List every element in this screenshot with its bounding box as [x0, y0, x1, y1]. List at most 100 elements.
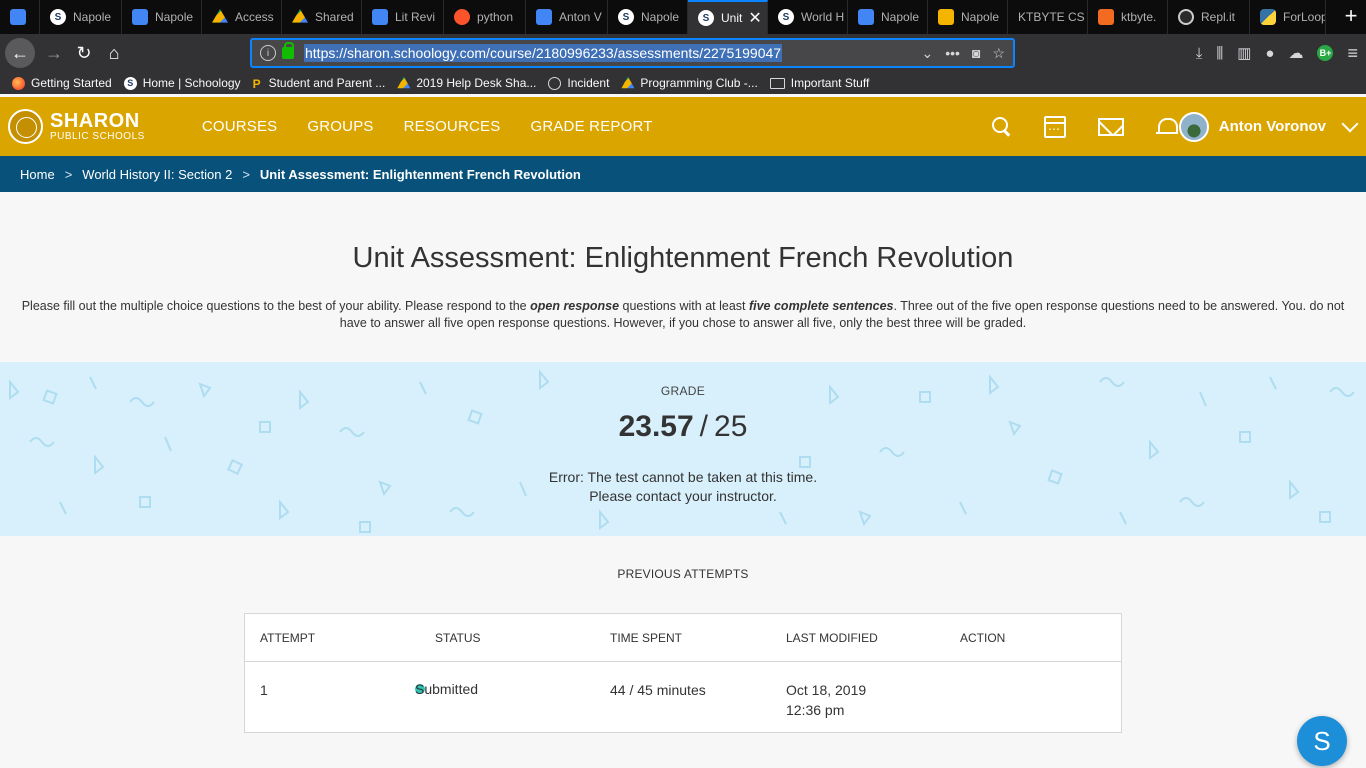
tab[interactable]: Lit Revi	[362, 0, 444, 34]
tab[interactable]: ForLoop	[1250, 0, 1326, 34]
table-row: 1 Submitted 44 / 45 minutes Oct 18, 2019…	[245, 662, 1121, 733]
tab[interactable]: Napole	[928, 0, 1008, 34]
pocket-icon[interactable]: ◙	[972, 45, 980, 62]
replit-icon	[1178, 9, 1194, 25]
p-icon: P	[252, 76, 261, 91]
avatar	[1178, 111, 1209, 142]
menu-icon[interactable]: ≡	[1347, 43, 1358, 64]
reload-button[interactable]: ↻	[69, 38, 99, 68]
tab[interactable]: Napole	[122, 0, 202, 34]
schoology-icon: S	[618, 9, 634, 25]
nav-grade-report[interactable]: GRADE REPORT	[530, 118, 652, 135]
table-header: ATTEMPT STATUS TIME SPENT LAST MODIFIED …	[245, 614, 1121, 662]
docs-icon	[858, 9, 874, 25]
page-title: Unit Assessment: Enlightenment French Re…	[352, 242, 1014, 274]
tab[interactable]: Access	[202, 0, 282, 34]
home-button[interactable]: ⌂	[99, 38, 129, 68]
drive-icon	[621, 76, 635, 89]
firefox-icon	[12, 76, 25, 90]
more-actions-icon[interactable]: •••	[945, 45, 960, 62]
tab[interactable]: ktbyte.	[1088, 0, 1168, 34]
breadcrumb-course[interactable]: World History II: Section 2	[82, 167, 232, 182]
user-menu[interactable]: Anton Voronov	[1178, 97, 1359, 156]
address-bar[interactable]: i https://sharon.schoology.com/course/21…	[250, 38, 1015, 68]
tab[interactable]: Anton V	[526, 0, 608, 34]
url-text[interactable]: https://sharon.schoology.com/course/2180…	[304, 44, 783, 62]
star-icon[interactable]: ☆	[992, 45, 1005, 62]
bookmark-student-parent[interactable]: P Student and Parent ...	[252, 76, 386, 91]
breadcrumb-separator: >	[242, 166, 250, 182]
extension-icon[interactable]: ☁	[1288, 44, 1303, 62]
nav-groups[interactable]: GROUPS	[307, 118, 373, 135]
globe-icon	[548, 76, 562, 90]
bookmarks-bar: Getting Started S Home | Schoology P Stude…	[0, 72, 1366, 94]
grade-max: 25	[714, 410, 748, 443]
info-icon[interactable]: i	[260, 45, 276, 61]
download-icon[interactable]: ⤓	[1196, 45, 1203, 62]
instructions: Please fill out the multiple choice ques…	[21, 299, 1345, 330]
tab[interactable]: Napole	[848, 0, 928, 34]
library-icon[interactable]: ⫼	[1216, 45, 1223, 62]
ktbyte-icon	[1098, 9, 1114, 25]
extension-b-icon[interactable]: B+	[1317, 45, 1334, 61]
browser-toolbar: ← → ↻ ⌂ i https://sharon.schoology.com/c…	[0, 34, 1366, 72]
search-icon[interactable]	[992, 116, 1012, 137]
drive-icon	[397, 76, 411, 89]
tab[interactable]: Repl.it	[1168, 0, 1250, 34]
school-seal-icon	[8, 109, 43, 144]
site-header: SHARON PUBLIC SCHOOLS COURSES GROUPS RES…	[0, 97, 1366, 156]
status-text: Submitted	[415, 681, 479, 697]
bookmark-programming-club[interactable]: Programming Club -...	[621, 76, 758, 90]
breadcrumb-home[interactable]: Home	[20, 167, 55, 182]
lock-icon[interactable]	[282, 42, 294, 59]
column-header: LAST MODIFIED	[786, 631, 878, 645]
account-icon[interactable]: ●	[1265, 45, 1274, 62]
column-header: STATUS	[435, 631, 481, 645]
forward-button[interactable]: →	[39, 38, 69, 68]
close-tab-icon[interactable]: ✕	[748, 8, 761, 28]
calendar-icon[interactable]	[1044, 115, 1066, 138]
docs-icon	[536, 9, 552, 25]
tab[interactable]: S Napole	[40, 0, 122, 34]
nav-courses[interactable]: COURSES	[202, 118, 278, 135]
grade-value: 23.57/25	[618, 410, 748, 443]
last-modified: Oct 18, 2019 12:36 pm	[786, 682, 867, 718]
grade-panel: GRADE 23.57/25 Error: The test cannot be…	[0, 362, 1366, 536]
browser-tab-strip: S Napole Napole Access Shared Lit Revi py…	[0, 0, 1366, 34]
grade-score: 23.57	[618, 410, 694, 443]
chevron-down-icon[interactable]: ⌄	[922, 45, 934, 62]
help-chat-button[interactable]: S	[1297, 716, 1347, 766]
tab[interactable]: python	[444, 0, 526, 34]
user-name: Anton Voronov	[1218, 118, 1326, 135]
breadcrumb-separator: >	[64, 166, 73, 182]
bookmark-help-desk[interactable]: 2019 Help Desk Sha...	[397, 76, 536, 90]
tab[interactable]: S Napole	[608, 0, 688, 34]
tab[interactable]: KTBYTE CS	[1008, 0, 1088, 34]
sharon-logo[interactable]: SHARON PUBLIC SCHOOLS	[8, 109, 145, 144]
tab[interactable]: S World H	[768, 0, 848, 34]
drive-icon	[292, 9, 308, 23]
bookmark-incident[interactable]: Incident	[548, 76, 609, 90]
main-nav: COURSES GROUPS RESOURCES GRADE REPORT	[202, 118, 653, 135]
tab[interactable]: Shared	[282, 0, 362, 34]
nav-resources[interactable]: RESOURCES	[404, 118, 501, 135]
docs-icon	[372, 9, 388, 25]
bookmark-getting-started[interactable]: Getting Started	[12, 76, 112, 90]
docs-icon	[132, 9, 148, 25]
new-tab-button[interactable]: +	[1336, 0, 1366, 34]
schoology-icon: S	[698, 10, 714, 26]
mail-icon[interactable]	[1098, 117, 1124, 136]
bookmark-schoology[interactable]: S Home | Schoology	[123, 76, 241, 90]
folder-icon	[769, 77, 785, 89]
grade-label: GRADE	[660, 384, 706, 398]
column-header: ACTION	[960, 631, 1006, 645]
schoology-icon: S	[50, 9, 66, 25]
back-button[interactable]: ←	[5, 38, 35, 68]
time-spent: 44 / 45 minutes	[610, 682, 706, 698]
tab-active[interactable]: S Unit ✕	[688, 0, 768, 34]
sidebar-icon[interactable]: ▥	[1237, 44, 1251, 62]
schoology-icon: S	[123, 76, 137, 90]
tab-menu[interactable]	[0, 0, 40, 34]
bookmark-important-stuff[interactable]: Important Stuff	[769, 76, 869, 90]
notifications-icon[interactable]	[1156, 117, 1178, 137]
